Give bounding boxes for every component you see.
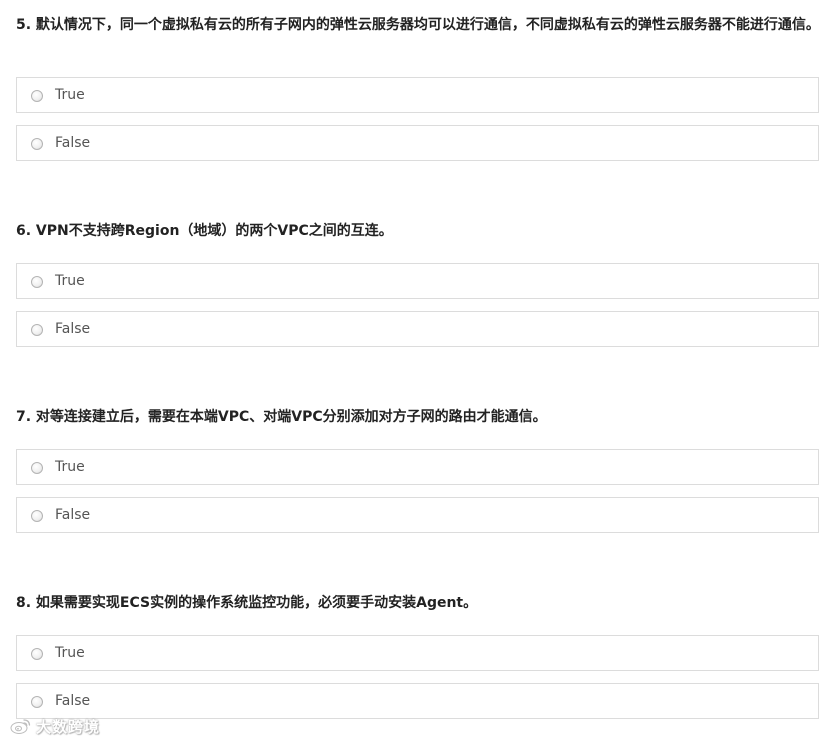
question-title: 7. 对等连接建立后，需要在本端VPC、对端VPC分别添加对方子网的路由才能通信… [16, 409, 547, 425]
question-title: 8. 如果需要实现ECS实例的操作系统监控功能，必须要手动安装Agent。 [16, 595, 478, 611]
option-false[interactable]: False [16, 497, 819, 533]
radio-button[interactable] [31, 696, 43, 708]
option-label: True [55, 87, 85, 103]
radio-button[interactable] [31, 510, 43, 522]
option-true[interactable]: True [16, 449, 819, 485]
option-true[interactable]: True [16, 635, 819, 671]
option-label: False [55, 321, 91, 337]
option-false[interactable]: False [16, 683, 819, 719]
option-false[interactable]: False [16, 311, 819, 347]
option-true[interactable]: True [16, 77, 819, 113]
option-true[interactable]: True [16, 263, 819, 299]
option-label: True [55, 645, 85, 661]
weibo-logo-icon [10, 719, 31, 734]
radio-button[interactable] [31, 138, 43, 150]
option-label: True [55, 273, 85, 289]
radio-button[interactable] [31, 276, 43, 288]
radio-button[interactable] [31, 648, 43, 660]
radio-button[interactable] [31, 324, 43, 336]
question-title: 6. VPN不支持跨Region（地域）的两个VPC之间的互连。 [16, 223, 393, 239]
watermark-text: 大数跨境 [36, 717, 101, 736]
option-false[interactable]: False [16, 125, 819, 161]
option-label: False [55, 135, 91, 151]
radio-button[interactable] [31, 462, 43, 474]
option-label: False [55, 693, 91, 709]
option-label: False [55, 507, 91, 523]
option-label: True [55, 459, 85, 475]
watermark: 大数跨境 [10, 715, 100, 737]
radio-button[interactable] [31, 90, 43, 102]
question-title: 5. 默认情况下，同一个虚拟私有云的所有子网内的弹性云服务器均可以进行通信，不同… [16, 17, 820, 33]
